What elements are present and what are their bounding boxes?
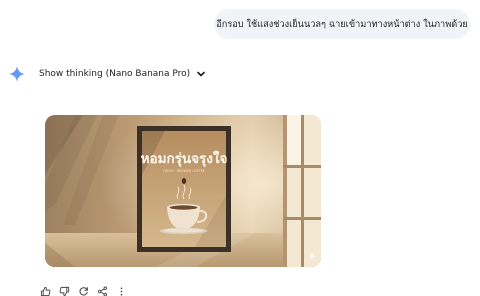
thumbs-up-icon xyxy=(40,286,50,296)
share-button[interactable] xyxy=(96,285,108,296)
share-icon xyxy=(97,286,107,296)
generated-image[interactable]: หอมกรุ่นจรุงใจ FRESH · BROWED COFFEE xyxy=(45,115,321,267)
poster-subtitle: FRESH · BROWED COFFEE xyxy=(163,169,205,173)
chevron-down-icon xyxy=(197,71,205,77)
more-vert-icon xyxy=(120,286,122,296)
poster-title: หอมกรุ่นจรุงใจ xyxy=(141,150,228,167)
regenerate-button[interactable] xyxy=(77,285,89,296)
generated-image-art: หอมกรุ่นจรุงใจ FRESH · BROWED COFFEE xyxy=(45,115,321,267)
user-message-text: อีกรอบ ใช้แสงช่วงเย็นนวลๆ ฉายเข้ามาทางหน… xyxy=(216,18,468,30)
show-thinking-label: Show thinking (Nano Banana Pro) xyxy=(39,69,191,79)
thumbs-down-icon xyxy=(59,286,69,296)
regenerate-icon xyxy=(79,286,88,296)
user-message-bubble: อีกรอบ ใช้แสงช่วงเย็นนวลๆ ฉายเข้ามาทางหน… xyxy=(214,9,470,39)
response-actions xyxy=(39,285,127,296)
more-options-button[interactable] xyxy=(115,285,127,296)
thumbs-down-button[interactable] xyxy=(58,285,70,296)
thumbs-up-button[interactable] xyxy=(39,285,51,296)
show-thinking-toggle[interactable]: Show thinking (Nano Banana Pro) xyxy=(39,67,206,81)
gemini-spark-icon xyxy=(9,66,25,82)
